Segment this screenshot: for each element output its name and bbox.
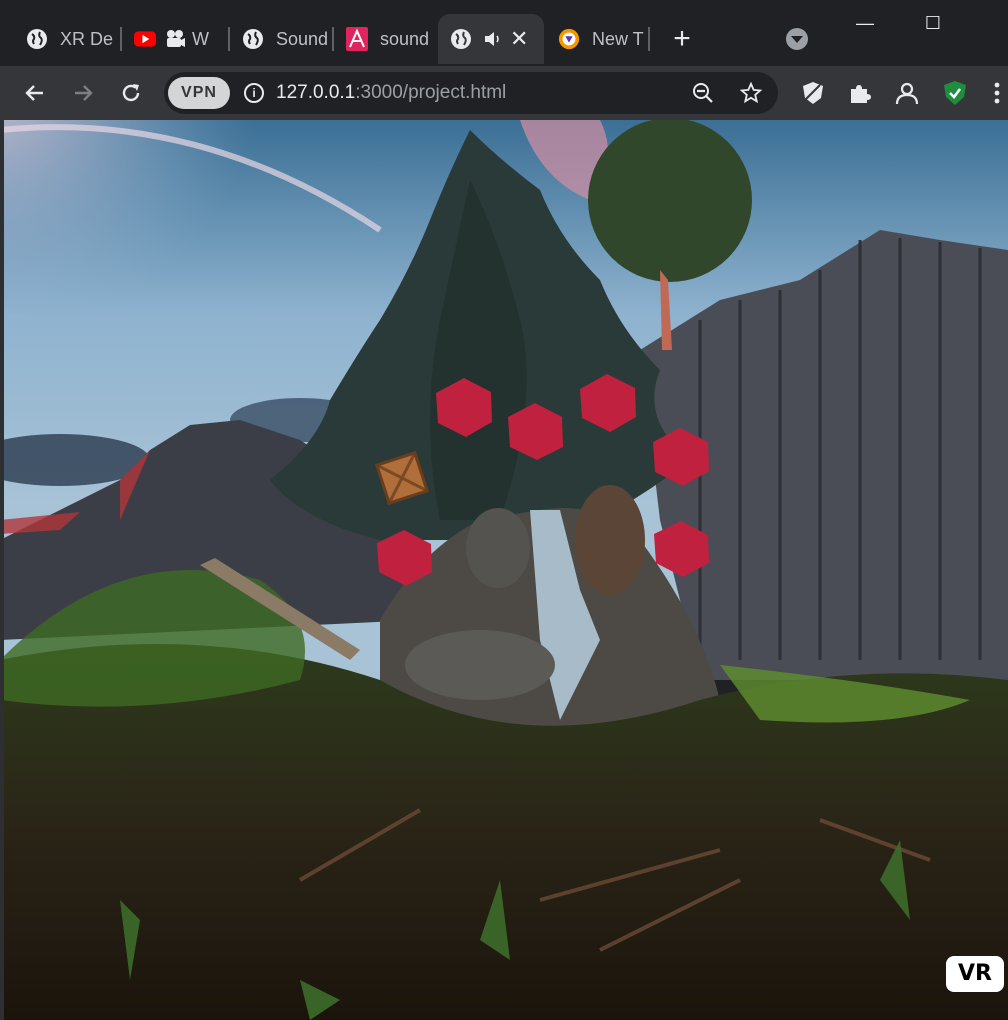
star-icon [740,82,762,104]
menu-button[interactable] [986,76,1008,110]
a-letter-icon [346,27,368,51]
globe-icon [26,28,48,50]
boulder [466,508,530,588]
tab-sound-2[interactable]: sound [334,14,434,64]
url-text[interactable]: 127.0.0.1:3000/project.html [276,82,506,104]
boulder [575,485,645,595]
back-button[interactable] [18,76,52,110]
address-bar[interactable]: VPN i 127.0.0.1:3000/project.html [164,72,778,114]
3d-scene [0,120,1008,1020]
green-shield-check-icon [944,81,966,105]
puzzle-icon [851,85,871,103]
tab-title: W [192,28,209,49]
globe-icon [242,28,264,50]
adblock-extension-button[interactable] [796,76,830,110]
profile-button[interactable] [890,76,924,110]
vpn-label: VPN [181,84,217,101]
more-vert-icon [994,82,1000,104]
enter-vr-button[interactable]: VR [946,956,1004,992]
tab-youtube[interactable]: W [122,14,218,64]
extensions-button[interactable] [842,76,876,110]
avatar-icon [895,82,919,105]
tab-sound-1[interactable]: Sound [230,14,330,64]
arrow-right-icon [75,85,93,101]
tab-title: sound [380,28,430,49]
speaker-icon[interactable] [484,28,502,50]
youtube-icon [134,28,156,50]
site-info-icon[interactable]: i [244,83,264,103]
reload-button[interactable] [114,76,148,110]
palm-tree-canopy [588,120,752,282]
close-tab-button[interactable]: ✕ [510,28,528,50]
zoom-out-icon [693,83,713,103]
film-camera-icon [164,28,186,50]
url-host: 127.0.0.1 [276,82,356,103]
new-tab-button[interactable]: + [668,24,696,54]
vpn-button[interactable]: VPN [168,77,230,109]
tab-xr-dev[interactable]: XR De [14,14,118,64]
globe-icon [450,28,472,50]
tab-title: XR De [60,28,114,49]
browser-toolbar: VPN i 127.0.0.1:3000/project.html [0,66,1008,120]
tab-strip: XR De W Sound sound ✕ New T + — ☐ [0,0,1008,66]
tab-active-project[interactable]: ✕ [438,14,544,64]
window-edge [0,120,4,1020]
maximize-button[interactable]: ☐ [918,8,948,38]
arrow-left-icon [25,85,43,101]
minimize-button[interactable]: — [850,8,880,38]
zoom-button[interactable] [686,76,720,110]
browser-logo-icon [558,28,580,50]
webxr-scene-viewport[interactable]: VR [0,120,1008,1020]
adblock-shield-icon [803,82,823,104]
tab-search-button[interactable] [786,28,808,50]
tab-new-tab[interactable]: New T [546,14,650,64]
boulder [405,630,555,700]
tab-title: Sound [276,28,329,49]
url-path: :3000/project.html [355,82,507,103]
security-extension-button[interactable] [938,76,972,110]
tab-separator [648,27,650,51]
reload-icon [122,84,140,102]
bookmark-button[interactable] [734,76,768,110]
forward-button[interactable] [66,76,100,110]
tab-title: New T [592,28,644,49]
